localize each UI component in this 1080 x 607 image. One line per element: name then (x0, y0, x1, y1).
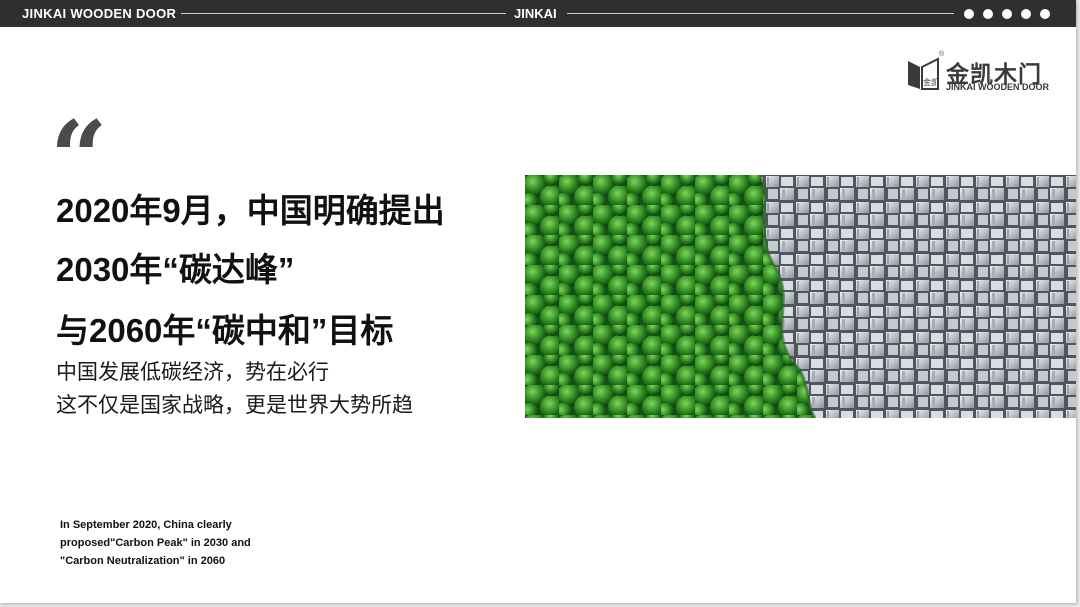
logo-mark-text: 金凯 (923, 77, 939, 87)
header-divider-left (181, 13, 506, 14)
dot (1002, 9, 1012, 19)
english-caption-line-1: In September 2020, China clearly (60, 519, 232, 531)
forest-city-photo (525, 175, 1076, 418)
english-caption: In September 2020, China clearly propose… (60, 516, 290, 570)
registered-mark: ® (939, 51, 945, 58)
subtitle-line-2: 这不仅是国家战略，更是世界大势所趋 (56, 394, 413, 417)
header-center-title: JINKAI (514, 6, 557, 21)
forest-city-illustration (525, 175, 1076, 418)
headline-line-3: 与2060年“碳中和”目标 (56, 312, 394, 349)
logo-english-name: JINKAI WOODEN DOOR (946, 82, 1050, 92)
header-dots (964, 9, 1050, 19)
jinkai-logo: 金凯 ® 金凯木门 JINKAI WOODEN DOOR (906, 51, 1052, 93)
dot (1040, 9, 1050, 19)
english-caption-line-3: "Carbon Neutralization" in 2060 (60, 555, 226, 567)
dot (983, 9, 993, 19)
english-caption-line-2: proposed"Carbon Peak" in 2030 and (60, 537, 251, 549)
header-divider-right (567, 13, 954, 14)
top-bar: JINKAI WOODEN DOOR JINKAI (0, 0, 1076, 27)
slide: JINKAI WOODEN DOOR JINKAI 金凯 ® 金凯木门 JINK… (0, 0, 1076, 603)
headline-line-1: 2020年9月，中国明确提出 (56, 192, 445, 229)
dot (1021, 9, 1031, 19)
dot (964, 9, 974, 19)
header-brand: JINKAI WOODEN DOOR (22, 6, 177, 21)
headline-line-2: 2030年“碳达峰” (56, 251, 295, 288)
door-logo-icon: 金凯 (908, 57, 939, 90)
subtitle-line-1: 中国发展低碳经济，势在必行 (56, 361, 329, 384)
